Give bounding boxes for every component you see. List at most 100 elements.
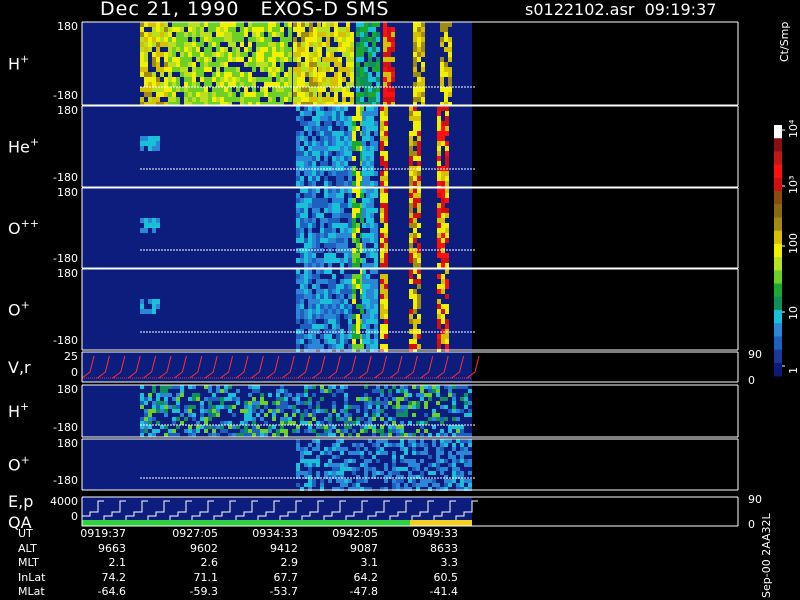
spectrogram-cell — [464, 413, 468, 417]
spectrogram-cell — [348, 258, 352, 263]
spectrogram-cell — [296, 294, 300, 299]
spectrogram-cell — [368, 57, 372, 62]
spectrogram-cell — [356, 208, 360, 213]
spectrogram-cell — [404, 385, 408, 389]
spectrogram-cell — [356, 324, 360, 329]
spectrogram-cell — [192, 397, 196, 401]
spectrogram-cell — [328, 243, 332, 248]
spectrogram-cell — [362, 263, 366, 268]
spectrogram-cell — [288, 52, 292, 57]
spectrogram-cell — [332, 425, 336, 429]
spectrogram-cell — [316, 339, 320, 344]
spectrogram-cell — [441, 238, 445, 243]
spectrogram-cell — [362, 116, 366, 121]
spectrogram-cell — [409, 151, 413, 156]
spectrogram-cell — [144, 47, 148, 52]
spectrogram-cell — [436, 385, 440, 389]
spectrogram-cell — [320, 425, 324, 429]
spectrogram-cell — [421, 27, 425, 32]
spectrogram-cell — [322, 87, 326, 92]
spectrogram-cell — [376, 471, 380, 475]
spectrogram-cell — [332, 146, 336, 151]
spectrogram-cell — [164, 87, 168, 92]
spectrogram-cell — [160, 87, 164, 92]
spectrogram-cell — [305, 37, 309, 42]
spectrogram-cell — [280, 37, 284, 42]
spectrogram-cell — [366, 156, 370, 161]
spectrogram-cell — [383, 92, 387, 97]
row-label: UT — [18, 527, 33, 540]
spectrogram-cell — [384, 106, 388, 111]
spectrogram-cell — [152, 304, 156, 309]
spectrogram-cell — [370, 319, 374, 324]
spectrogram-cell — [344, 279, 348, 284]
spectrogram-cell — [248, 47, 252, 52]
spectrogram-cell — [318, 37, 322, 42]
spectrogram-cell — [300, 279, 304, 284]
spectrogram-cell — [421, 52, 425, 57]
spectrogram-cell — [344, 409, 348, 413]
spectrogram-cell — [284, 397, 288, 401]
spectrogram-cell — [437, 289, 441, 294]
spectrogram-cell — [276, 27, 280, 32]
spectrogram-cell — [356, 279, 360, 284]
colorbar-tick-label: 10⁴ — [787, 119, 800, 138]
spectrogram-cell — [440, 459, 444, 463]
spectrogram-cell — [436, 467, 440, 471]
spectrogram-cell — [196, 397, 200, 401]
spectrogram-cell — [352, 213, 356, 218]
spectrogram-cell — [312, 141, 316, 146]
spectrogram-cell — [348, 425, 352, 429]
spectrogram-cell — [384, 314, 388, 319]
spectrogram-cell — [356, 334, 360, 339]
spectrogram-cell — [240, 97, 244, 102]
spectrogram-cell — [260, 77, 264, 82]
spectrogram-cell — [312, 198, 316, 203]
spectrogram-cell — [188, 397, 192, 401]
spectrogram-cell — [192, 92, 196, 97]
spectrogram-cell — [332, 188, 336, 193]
spectrogram-cell — [324, 294, 328, 299]
spectrogram-cell — [252, 37, 256, 42]
spectrogram-cell — [144, 87, 148, 92]
spectrogram-cell — [228, 425, 232, 429]
spectrogram-cell — [320, 421, 324, 425]
spectrogram-cell — [304, 193, 308, 198]
spectrogram-cell — [192, 97, 196, 102]
y-tick-min: 0 — [71, 366, 78, 379]
spectrogram-cell — [413, 324, 417, 329]
spectrogram-cell — [252, 425, 256, 429]
spectrogram-cell — [364, 401, 368, 405]
spectrogram-cell — [328, 334, 332, 339]
spectrogram-cell — [340, 439, 344, 443]
spectrogram-cell — [144, 42, 148, 47]
spectrogram-cell — [412, 413, 416, 417]
spectrogram-cell — [176, 97, 180, 102]
spectrogram-cell — [352, 228, 356, 233]
spectrogram-cell — [340, 198, 344, 203]
spectrogram-cell — [244, 429, 248, 433]
spectrogram-cell — [304, 459, 308, 463]
spectrogram-cell — [437, 131, 441, 136]
spectrogram-cell — [445, 126, 449, 131]
spectrogram-cell — [356, 433, 360, 437]
spectrogram-cell — [356, 141, 360, 146]
spectrogram-cell — [412, 451, 416, 455]
spectrogram-cell — [356, 467, 360, 471]
spectrogram-cell — [348, 319, 352, 324]
spectrogram-cell — [452, 471, 456, 475]
spectrogram-cell — [445, 198, 449, 203]
spectrogram-cell — [334, 37, 338, 42]
spectrogram-cell — [256, 97, 260, 102]
spectrogram-cell — [409, 106, 413, 111]
spectrogram-cell — [344, 203, 348, 208]
spectrogram-cell — [304, 279, 308, 284]
spectrogram-cell — [324, 417, 328, 421]
spectrogram-cell — [248, 97, 252, 102]
spectrogram-cell — [316, 121, 320, 126]
spectrogram-cell — [417, 141, 421, 146]
spectrogram-cell — [352, 405, 356, 409]
spectrogram-cell — [364, 429, 368, 433]
spectrogram-cell — [445, 263, 449, 268]
spectrogram-cell — [436, 451, 440, 455]
